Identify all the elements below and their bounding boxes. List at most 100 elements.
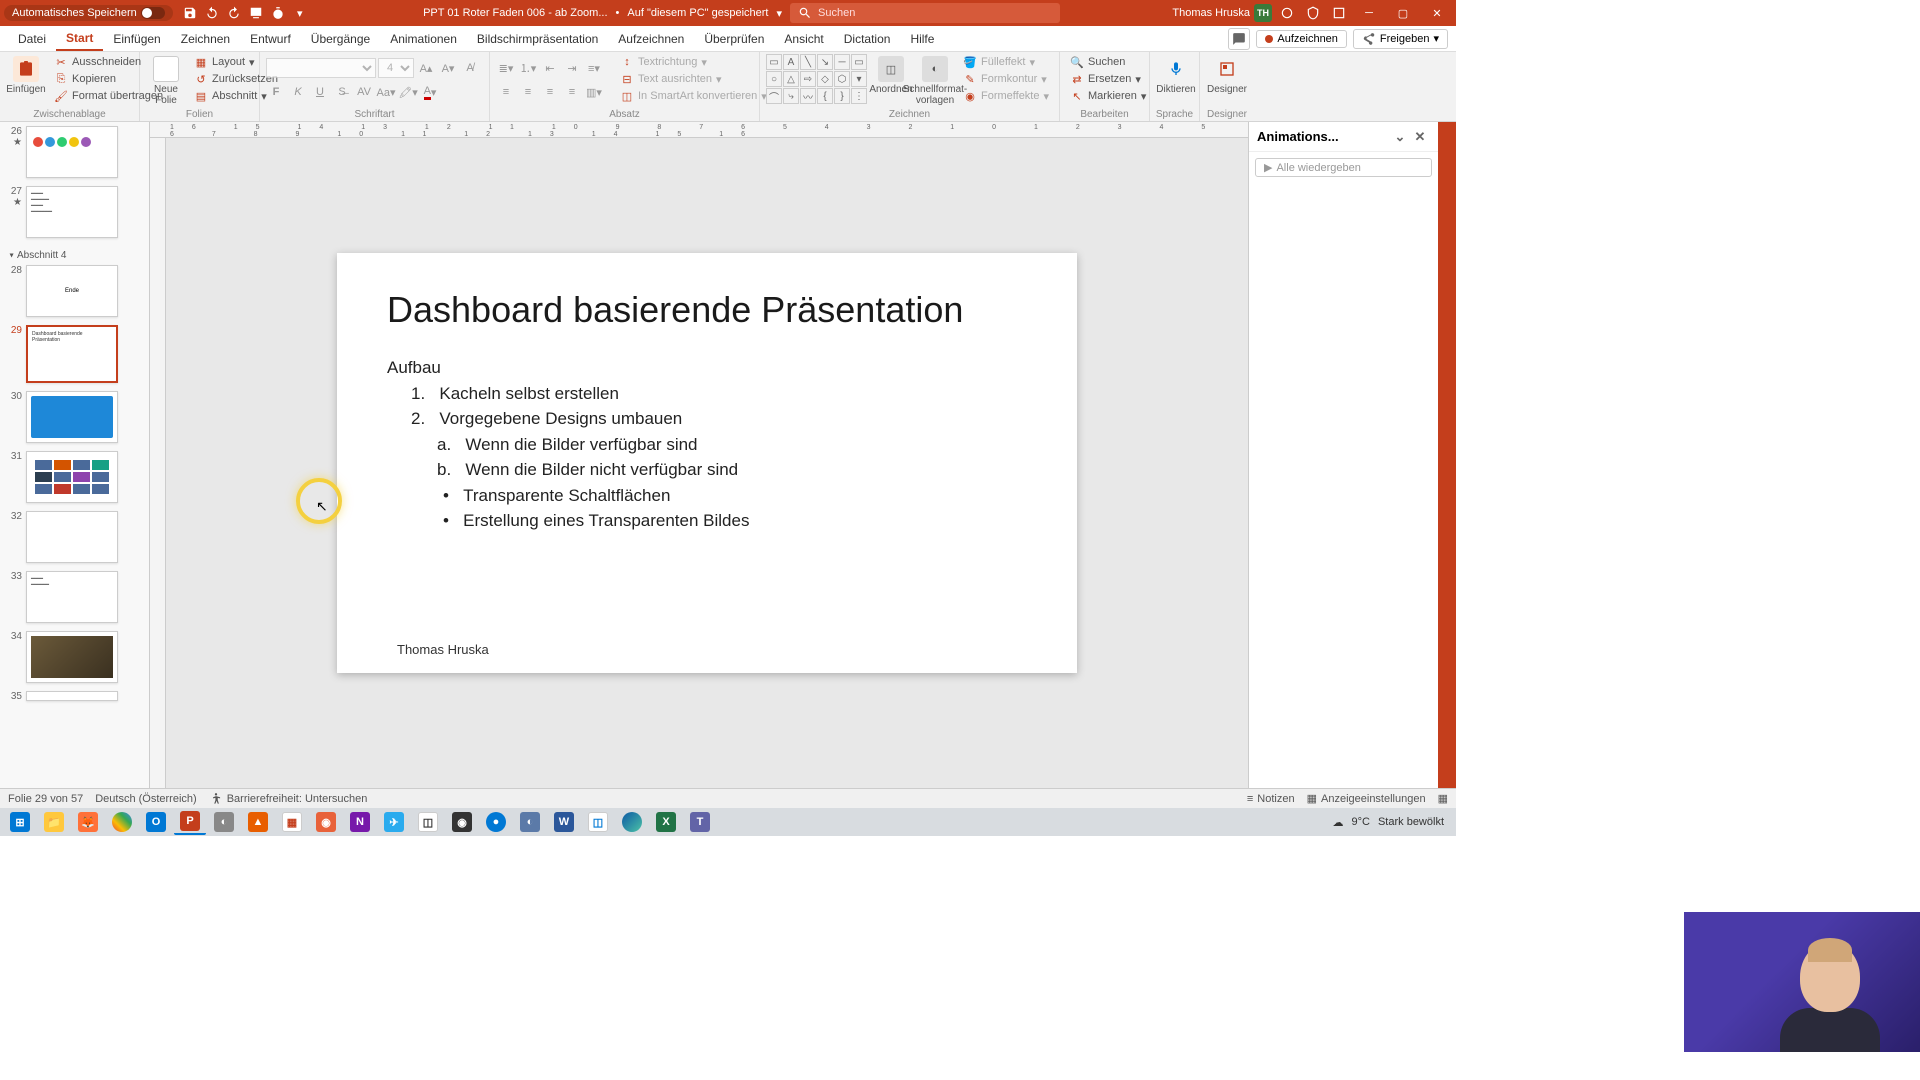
notes-toggle[interactable]: ≡ Notizen [1247, 793, 1295, 805]
paste-button[interactable]: Einfügen [6, 54, 46, 97]
close-button[interactable]: ✕ [1422, 0, 1452, 26]
shape-more-icon[interactable]: ▾ [851, 71, 867, 87]
tab-record[interactable]: Aufzeichnen [608, 28, 694, 50]
search-box[interactable] [790, 3, 1060, 23]
italic-button[interactable]: K [288, 82, 308, 102]
obs-icon[interactable]: ◉ [446, 809, 478, 835]
shapes-gallery[interactable]: ▭ A ╲ ↘ ─ ▭ ○ △ ⇨ ◇ ⬡ ▾ ⌒ ⤷ 〰 { } ⋮ [766, 54, 867, 104]
comments-icon[interactable] [1228, 28, 1250, 50]
shape-diamond-icon[interactable]: ◇ [817, 71, 833, 87]
tab-file[interactable]: Datei [8, 28, 56, 50]
outlook-icon[interactable]: O [140, 809, 172, 835]
thumbnail-27[interactable]: 27★ ━━━━━━━━━━━━━━━━━━━━━ [8, 186, 141, 238]
coming-soon-icon[interactable] [1276, 2, 1298, 24]
font-size-select[interactable]: 48 [378, 58, 414, 78]
font-color-icon[interactable]: A▾ [420, 82, 440, 102]
shape-line-icon[interactable]: ╲ [800, 54, 816, 70]
shape-text-icon[interactable]: A [783, 54, 799, 70]
shape-free-icon[interactable]: 〰 [800, 88, 816, 104]
thumbnail-31[interactable]: 31 [8, 451, 141, 503]
thumbnail-32[interactable]: 32 [8, 511, 141, 563]
slide-counter[interactable]: Folie 29 von 57 [8, 793, 83, 805]
autosave-control[interactable]: Automatisches Speichern [4, 5, 173, 21]
tab-insert[interactable]: Einfügen [103, 28, 170, 50]
thumbnail-35[interactable]: 35 [8, 691, 141, 702]
underline-button[interactable]: U [310, 82, 330, 102]
align-left-icon[interactable]: ≡ [496, 82, 516, 102]
vertical-ruler[interactable] [150, 138, 166, 788]
new-slide-button[interactable]: Neue Folie [146, 54, 186, 108]
thumbnail-33[interactable]: 33 ━━━━━━━━━━ [8, 571, 141, 623]
char-spacing-icon[interactable]: Aa▾ [376, 82, 396, 102]
record-app-icon[interactable]: ● [480, 809, 512, 835]
tab-draw[interactable]: Zeichnen [171, 28, 240, 50]
shrink-font-icon[interactable]: A▾ [438, 58, 458, 78]
filename-dropdown-icon[interactable]: ▾ [776, 7, 782, 20]
horizontal-ruler[interactable]: 16 15 14 13 12 11 10 9 8 7 6 5 4 3 2 1 0… [150, 122, 1248, 138]
tab-dictation[interactable]: Dictation [834, 28, 901, 50]
shape-effects-button[interactable]: ◉Formeffekte ▾ [959, 88, 1053, 104]
undo-icon[interactable] [201, 2, 223, 24]
select-button[interactable]: ↖Markieren ▾ [1066, 88, 1150, 104]
align-justify-icon[interactable]: ≡ [562, 82, 582, 102]
share-button[interactable]: Freigeben ▾ [1353, 29, 1448, 49]
excel-icon[interactable]: X [650, 809, 682, 835]
language-indicator[interactable]: Deutsch (Österreich) [95, 793, 196, 805]
align-text-button[interactable]: ⊟Text ausrichten ▾ [616, 71, 771, 87]
qat-dropdown-icon[interactable]: ▾ [289, 2, 311, 24]
thumbnail-29[interactable]: 29 Dashboard basierende Präsentation [8, 325, 141, 383]
slide-canvas[interactable]: Dashboard basierende Präsentation Aufbau… [166, 138, 1248, 788]
accessibility-check[interactable]: Barrierefreiheit: Untersuchen [209, 792, 368, 806]
onenote-icon[interactable]: N [344, 809, 376, 835]
app-icon-2[interactable]: ▦ [276, 809, 308, 835]
document-title[interactable]: PPT 01 Roter Faden 006 - ab Zoom... [423, 7, 607, 19]
shape-rect-icon[interactable]: ▭ [766, 54, 782, 70]
file-explorer-icon[interactable]: 📁 [38, 809, 70, 835]
thumbnail-30[interactable]: 30 [8, 391, 141, 443]
bullets-icon[interactable]: ≣▾ [496, 58, 516, 78]
numbering-icon[interactable]: ⒈▾ [518, 58, 538, 78]
indent-inc-icon[interactable]: ⇥ [562, 58, 582, 78]
shadow-button[interactable]: AV [354, 82, 374, 102]
shape-oval-icon[interactable]: ○ [766, 71, 782, 87]
section-header-4[interactable]: Abschnitt 4 [8, 246, 141, 265]
current-slide[interactable]: Dashboard basierende Präsentation Aufbau… [337, 253, 1077, 673]
font-family-select[interactable] [266, 58, 376, 78]
slide-title[interactable]: Dashboard basierende Präsentation [387, 289, 1027, 331]
app-icon-6[interactable]: ◫ [582, 809, 614, 835]
shape-outline-button[interactable]: ✎Formkontur ▾ [959, 71, 1053, 87]
search-input[interactable] [818, 7, 1052, 19]
shape-rect2-icon[interactable]: ▭ [851, 54, 867, 70]
tab-home[interactable]: Start [56, 27, 103, 51]
vlc-icon[interactable]: ▲ [242, 809, 274, 835]
highlight-color-icon[interactable]: 🖍▾ [398, 82, 418, 102]
quick-styles-button[interactable]: ◐ Schnellformat- vorlagen [915, 54, 955, 108]
tab-review[interactable]: Überprüfen [694, 28, 774, 50]
teams-icon[interactable]: T [684, 809, 716, 835]
clear-format-icon[interactable]: A̸ [460, 58, 480, 78]
indent-dec-icon[interactable]: ⇤ [540, 58, 560, 78]
shape-brace2-icon[interactable]: } [834, 88, 850, 104]
align-center-icon[interactable]: ≡ [518, 82, 538, 102]
shape-hex-icon[interactable]: ⬡ [834, 71, 850, 87]
record-button[interactable]: Aufzeichnen [1256, 30, 1347, 48]
grow-font-icon[interactable]: A▴ [416, 58, 436, 78]
app-icon-1[interactable]: ◐ [208, 809, 240, 835]
play-all-button[interactable]: ▶ Alle wiedergeben [1255, 158, 1432, 177]
user-name[interactable]: Thomas Hruska [1172, 7, 1250, 19]
minimize-button[interactable]: ─ [1354, 0, 1384, 26]
thumbnails-scroll[interactable]: 26★ 27★ ━━━━━━━━━━━━━━━━━━━━━ Abschnitt … [0, 122, 149, 788]
shape-arrow-icon[interactable]: ↘ [817, 54, 833, 70]
bold-button[interactable]: F [266, 82, 286, 102]
touch-mode-icon[interactable] [267, 2, 289, 24]
maximize-button[interactable]: ▢ [1388, 0, 1418, 26]
app-icon-3[interactable]: ◉ [310, 809, 342, 835]
shape-expand-icon[interactable]: ⋮ [851, 88, 867, 104]
tab-help[interactable]: Hilfe [900, 28, 944, 50]
view-normal-icon[interactable]: ▦ [1438, 792, 1448, 805]
anim-close-icon[interactable]: ✕ [1410, 127, 1430, 147]
display-settings[interactable]: ▦ Anzeigeeinstellungen [1307, 792, 1426, 805]
chrome-icon[interactable] [106, 809, 138, 835]
app-icon-5[interactable]: ◐ [514, 809, 546, 835]
columns-icon[interactable]: ▥▾ [584, 82, 604, 102]
